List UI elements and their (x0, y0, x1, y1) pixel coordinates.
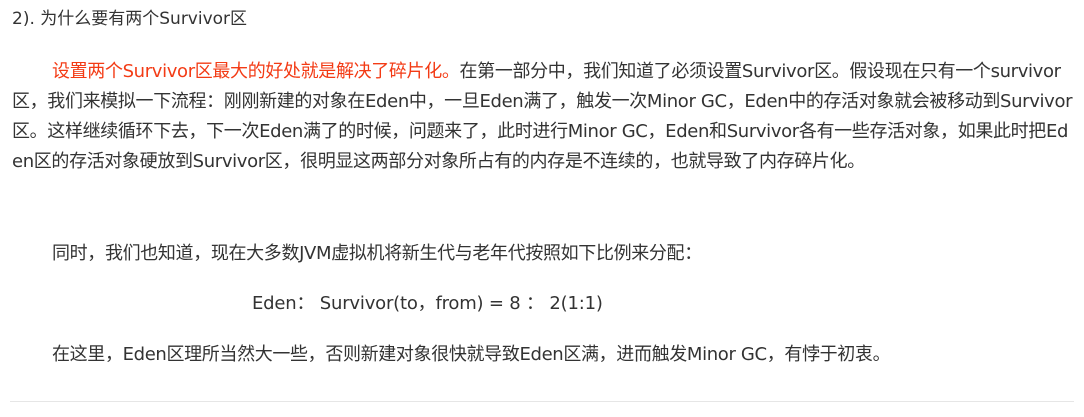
paragraph-conclusion: 在这里，Eden区理所当然大一些，否则新建对象很快就导致Eden区满，进而触发M… (52, 344, 891, 365)
paragraph-fragmentation: 设置两个Survivor区最大的好处就是解决了碎片化。在第一部分中，我们知道了必… (12, 57, 1078, 177)
highlighted-sentence: 设置两个Survivor区最大的好处就是解决了碎片化。 (52, 61, 460, 82)
bottom-divider (10, 401, 1074, 402)
article-body: 2). 为什么要有两个Survivor区 设置两个Survivor区最大的好处就… (0, 0, 1084, 417)
section-heading: 2). 为什么要有两个Survivor区 (12, 9, 248, 29)
paragraph-ratio-intro: 同时，我们也知道，现在大多数JVM虚拟机将新生代与老年代按照如下比例来分配： (52, 243, 702, 264)
ratio-formula: Eden： Survivor(to，from) = 8 ： 2(1:1) (252, 293, 603, 314)
